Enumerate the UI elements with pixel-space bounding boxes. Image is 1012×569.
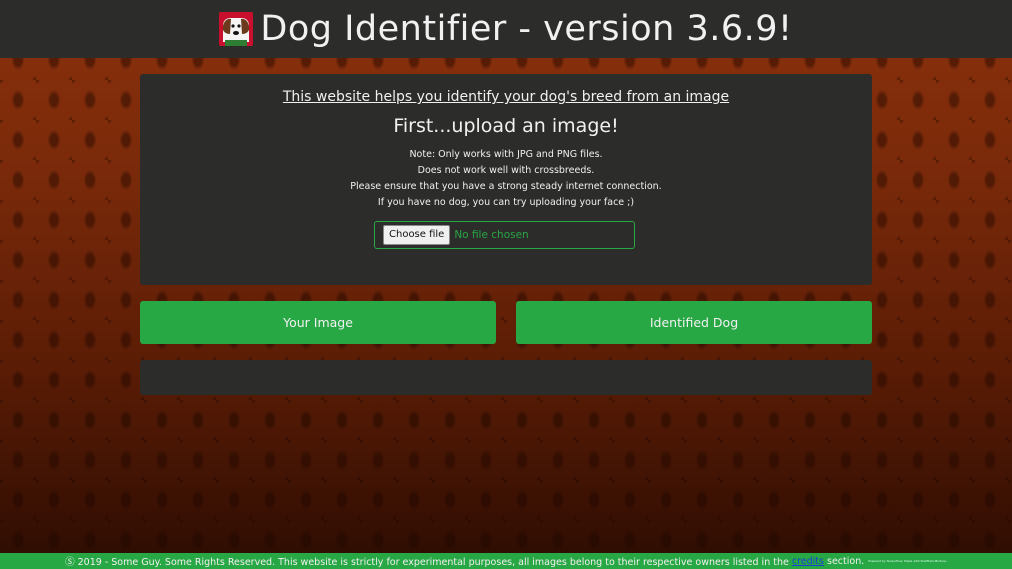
upload-panel: This website helps you identify your dog… [140, 74, 872, 285]
footer: Ⓢ 2019 - Some Guy. Some Rights Reserved.… [0, 553, 1012, 569]
identified-dog-button[interactable]: Identified Dog [516, 301, 872, 344]
credits-link[interactable]: credits [792, 556, 824, 567]
app-title: Dog Identifier - version 3.6.9! [260, 9, 793, 49]
file-input[interactable]: Choose file No file chosen [374, 221, 635, 249]
note-line: If you have no dog, you can try uploadin… [377, 197, 635, 208]
note-line: Please ensure that you have a strong ste… [350, 181, 662, 192]
dog-icon [219, 12, 254, 46]
result-area [140, 360, 872, 395]
tagline: This website helps you identify your dog… [282, 89, 730, 105]
note-line: Does not work well with crossbreeds. [417, 165, 595, 176]
fine-print: Powered by Tensorflow. Made with Sheffie… [868, 559, 947, 563]
upload-heading: First...upload an image! [393, 115, 619, 137]
file-status: No file chosen [454, 229, 529, 241]
your-image-button[interactable]: Your Image [140, 301, 496, 344]
header: Dog Identifier - version 3.6.9! [0, 0, 1012, 58]
note-line: Note: Only works with JPG and PNG files. [409, 149, 603, 160]
choose-file-button[interactable]: Choose file [383, 225, 451, 245]
footer-text: Ⓢ 2019 - Some Guy. Some Rights Reserved.… [65, 557, 789, 568]
footer-text-end: section. [827, 555, 865, 567]
notes: Note: Only works with JPG and PNG files.… [140, 147, 872, 211]
